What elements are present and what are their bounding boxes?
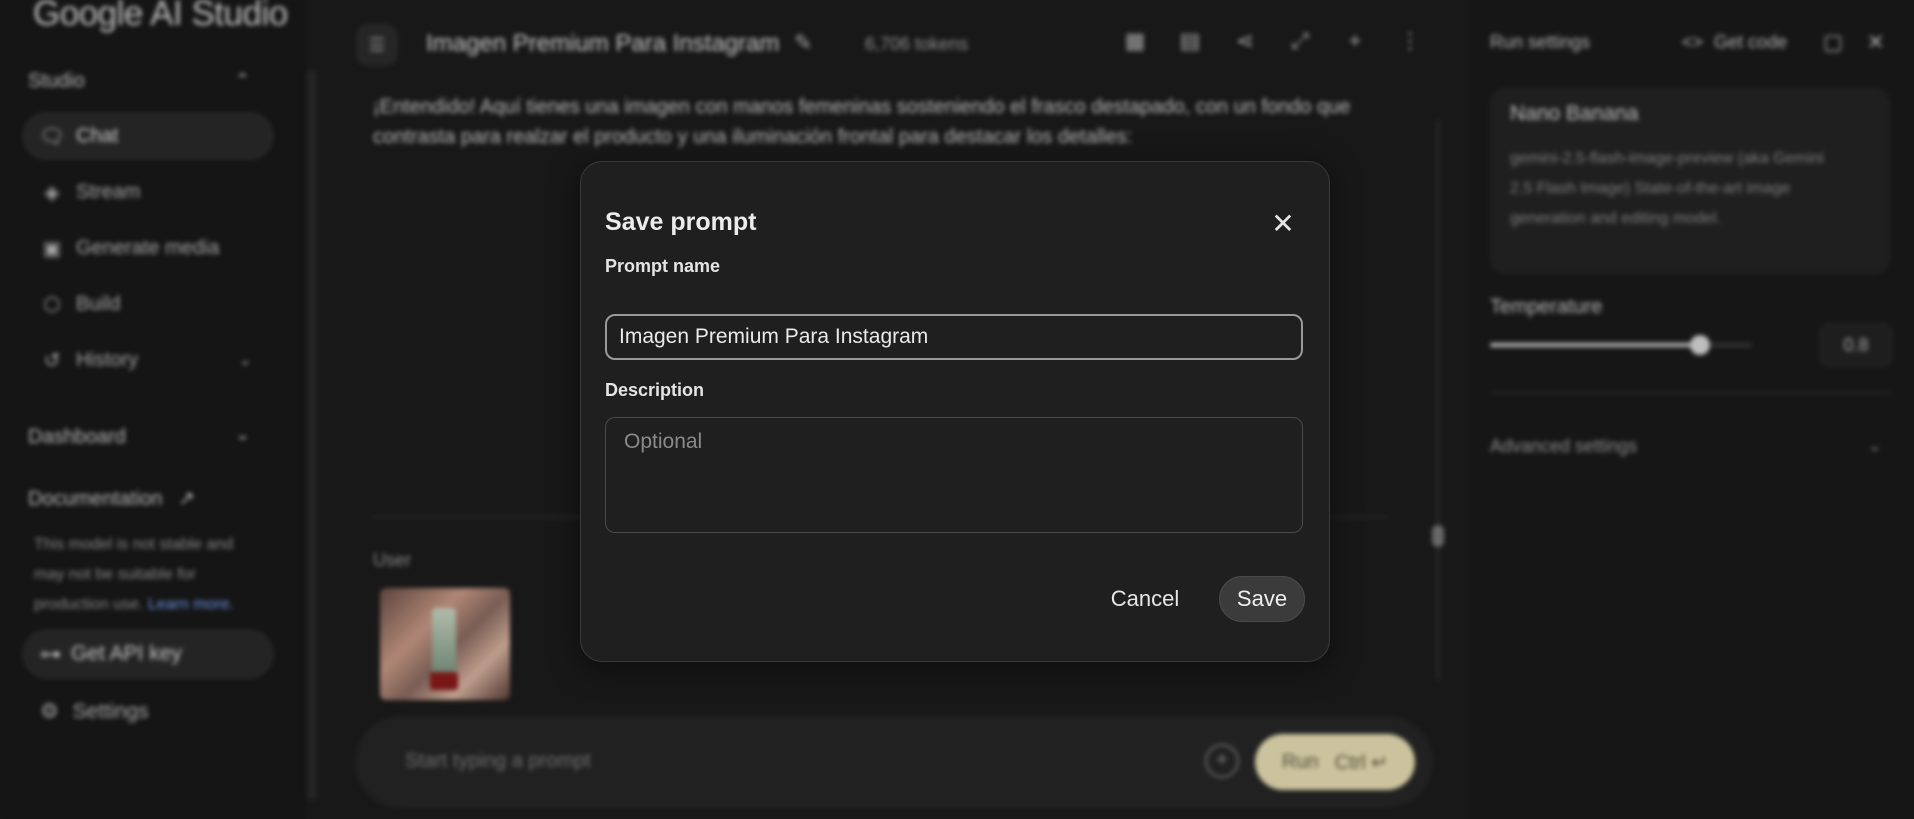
close-icon[interactable]: ✕	[1265, 206, 1301, 242]
save-button[interactable]: Save	[1219, 576, 1305, 622]
dialog-title: Save prompt	[605, 208, 757, 236]
description-label: Description	[605, 380, 705, 400]
cancel-button[interactable]: Cancel	[1089, 576, 1201, 622]
prompt-name-label: Prompt name	[605, 256, 721, 276]
save-prompt-dialog: Save prompt ✕ Prompt name Description Ca…	[580, 161, 1330, 662]
description-input[interactable]	[605, 417, 1303, 533]
prompt-name-input[interactable]	[605, 314, 1303, 360]
